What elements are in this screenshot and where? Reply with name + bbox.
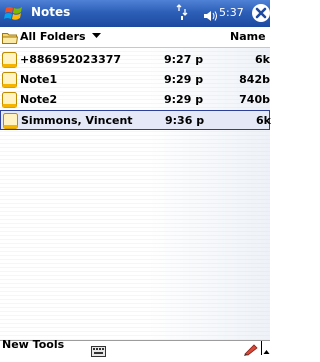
- note-size: 6k: [256, 114, 271, 127]
- note-icon: [1, 92, 18, 108]
- clock[interactable]: 5:37: [219, 6, 244, 19]
- note-name: +886952023377: [20, 53, 122, 66]
- note-size: 842b: [239, 73, 270, 86]
- folder-dropdown[interactable]: All Folders: [20, 30, 102, 43]
- note-name: Simmons, Vincent: [21, 114, 133, 127]
- app-title: Notes: [31, 5, 71, 19]
- folder-icon: [2, 30, 19, 44]
- list-item[interactable]: Note2 9:29 p 740b: [0, 90, 270, 110]
- list-header: All Folders Name: [0, 27, 270, 48]
- note-name: Note2: [20, 93, 58, 106]
- close-icon[interactable]: [252, 4, 270, 22]
- note-size: 6k: [255, 53, 270, 66]
- connectivity-icon[interactable]: [176, 4, 188, 21]
- list-item-selected[interactable]: Simmons, Vincent 9:36 p 6k: [0, 110, 271, 130]
- folder-dropdown-label: All Folders: [20, 30, 86, 43]
- note-name: Note1: [20, 73, 58, 86]
- note-time: 9:29 p: [164, 93, 204, 106]
- menu-divider: [261, 341, 262, 355]
- chevron-down-icon: [92, 33, 102, 38]
- chevron-up-icon[interactable]: [263, 343, 270, 354]
- notes-list: +886952023377 9:27 p 6k Note1 9:29 p 842…: [0, 48, 271, 340]
- note-icon: [2, 113, 19, 129]
- note-time: 9:27 p: [164, 53, 204, 66]
- sort-dropdown[interactable]: Name: [230, 30, 266, 43]
- list-item[interactable]: Note1 9:29 p 842b: [0, 70, 270, 90]
- speaker-icon[interactable]: [203, 7, 219, 21]
- menu-bar-label[interactable]: New Tools: [2, 338, 64, 351]
- title-bar: Notes 5:37: [0, 0, 270, 27]
- windows-start-icon[interactable]: [4, 3, 26, 24]
- pen-input-icon[interactable]: [243, 341, 261, 356]
- note-icon: [1, 72, 18, 88]
- menu-bar: New Tools: [0, 338, 270, 357]
- note-icon: [1, 52, 18, 68]
- note-time: 9:36 p: [165, 114, 205, 127]
- keyboard-icon[interactable]: [91, 342, 106, 357]
- note-time: 9:29 p: [164, 73, 204, 86]
- note-size: 740b: [239, 93, 270, 106]
- list-item[interactable]: +886952023377 9:27 p 6k: [0, 50, 270, 70]
